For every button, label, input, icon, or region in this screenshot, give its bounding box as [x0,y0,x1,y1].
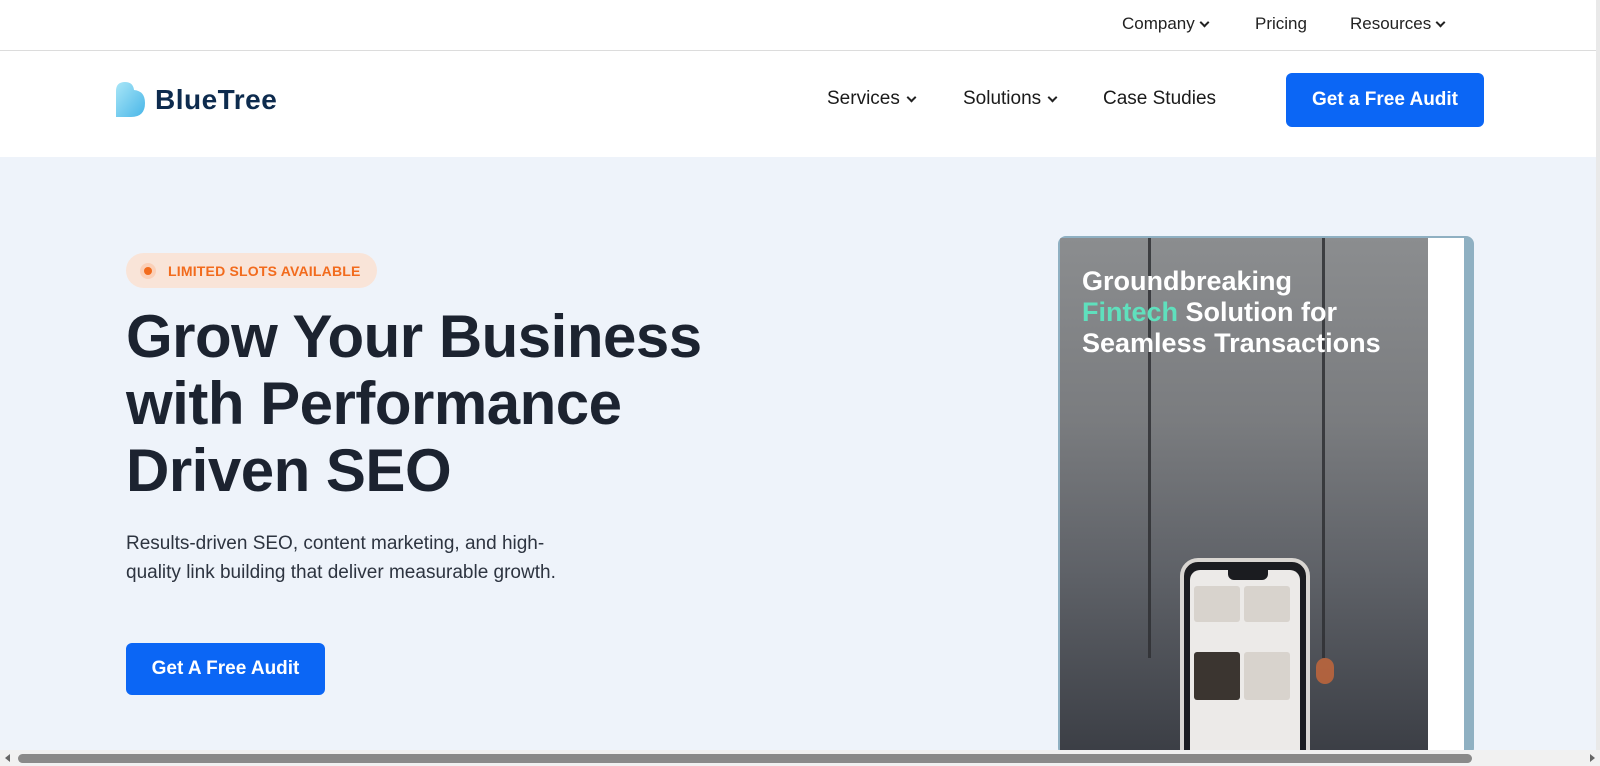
hero-free-audit-button[interactable]: Get A Free Audit [126,643,325,695]
card-title-accent: Fintech [1082,297,1179,327]
card-title-line: Fintech Solution for [1082,297,1422,328]
card-title-line: Seamless Transactions [1082,328,1381,358]
top-utility-bar: Company Pricing Resources [0,0,1600,51]
status-dot-icon [140,262,156,279]
scrollbar-thumb[interactable] [18,754,1472,763]
bluetree-logo-icon [116,82,145,117]
headline-line: with Performance [126,370,622,437]
headline-line: Grow Your Business [126,303,702,370]
topbar-item-resources[interactable]: Resources [1350,14,1446,34]
nav-item-case-studies[interactable]: Case Studies [1103,88,1216,110]
nav-item-label: Case Studies [1103,88,1217,109]
hero-section: LIMITED SLOTS AVAILABLE Grow Your Busine… [0,157,1600,750]
topbar-item-label: Resources [1350,14,1432,33]
case-study-image: Groundbreaking Fintech Solution for Seam… [1060,238,1428,750]
main-header: BlueTree Services Solutions Case Studies… [0,51,1600,157]
nav-item-solutions[interactable]: Solutions [963,88,1058,110]
topbar-item-label: Company [1122,14,1195,33]
card-edge-strip [1428,238,1464,750]
topbar-item-label: Pricing [1255,14,1307,33]
topbar-item-pricing[interactable]: Pricing [1255,14,1307,34]
product-tile [1244,586,1290,622]
phone-notch [1228,570,1268,580]
card-title-rest: Solution for [1178,297,1337,327]
vertical-scrollbar[interactable] [1596,0,1600,750]
horizontal-scrollbar[interactable] [0,750,1600,766]
phone-illustration [1180,558,1310,750]
product-tile [1244,652,1290,700]
logo-text: BlueTree [155,83,278,115]
limited-slots-badge: LIMITED SLOTS AVAILABLE [126,253,377,288]
hero-subtext: Results-driven SEO, content marketing, a… [126,529,606,587]
logo[interactable]: BlueTree [114,81,277,118]
card-title: Groundbreaking Fintech Solution for Seam… [1082,266,1422,359]
subtext-line: Results-driven SEO, content marketing, a… [126,533,545,554]
nav-item-services[interactable]: Services [827,88,917,110]
headline-line: Driven SEO [126,437,452,504]
product-tile [1194,586,1240,622]
topbar-item-company[interactable]: Company [1122,14,1210,34]
badge-text: LIMITED SLOTS AVAILABLE [168,262,361,279]
scroll-right-arrow-icon[interactable] [1590,754,1595,762]
nav-item-label: Solutions [963,88,1042,109]
subtext-line: quality link building that deliver measu… [126,562,556,583]
card-title-line: Groundbreaking [1082,266,1293,296]
product-tile [1194,652,1240,700]
hero-headline: Grow Your Business with Performance Driv… [126,303,766,504]
chevron-down-icon [1047,92,1058,102]
chevron-down-icon [1435,17,1446,27]
get-free-audit-button[interactable]: Get a Free Audit [1286,73,1484,127]
chevron-down-icon [1199,17,1210,27]
decorative-knob [1316,658,1334,684]
phone-screen [1190,570,1300,750]
scroll-left-arrow-icon[interactable] [5,754,10,762]
case-study-card[interactable]: Groundbreaking Fintech Solution for Seam… [1058,236,1474,750]
nav-item-label: Services [827,88,900,109]
chevron-down-icon [906,92,917,102]
